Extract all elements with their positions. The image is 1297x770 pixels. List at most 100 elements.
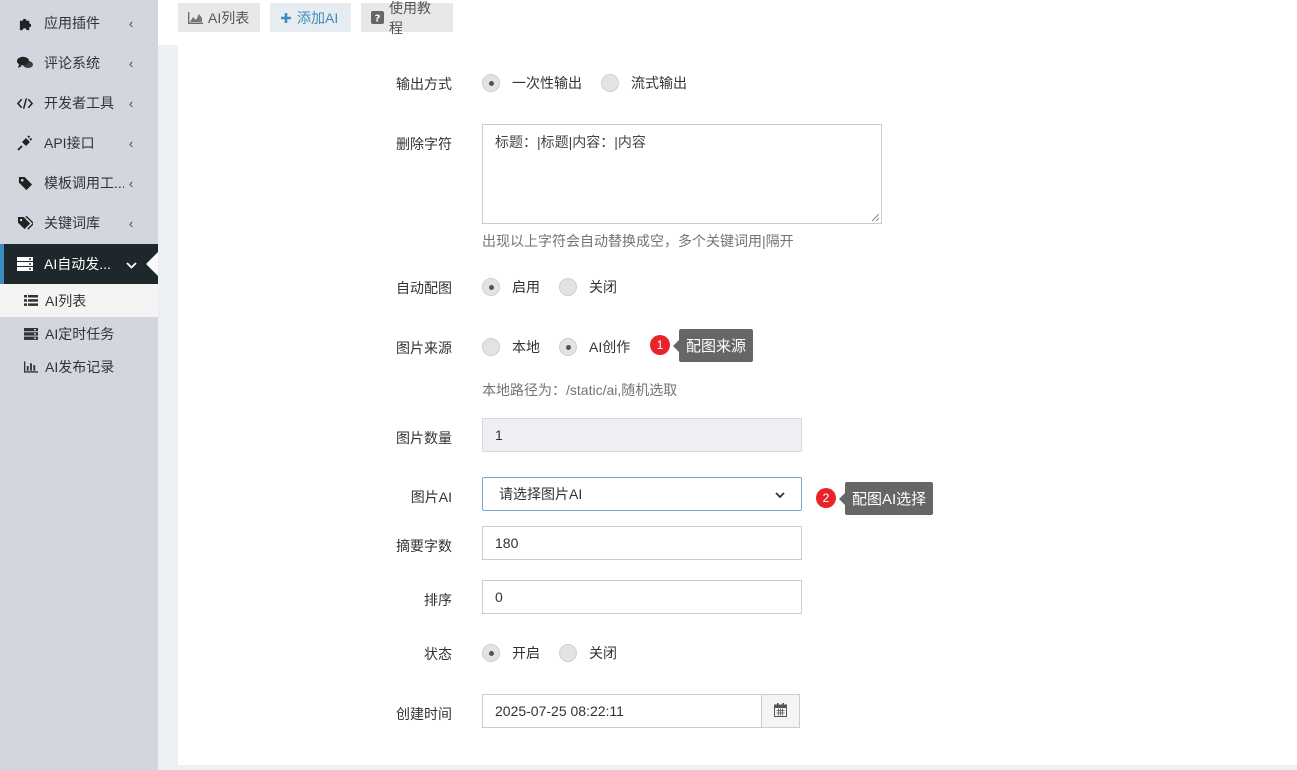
sidebar-item-label: 开发者工具 [44, 95, 114, 111]
summary-chars-label: 摘要字数 [396, 538, 452, 554]
radio-dot [482, 644, 500, 662]
radio-label: 本地 [512, 339, 540, 355]
plug-icon [17, 135, 33, 151]
sort-value: 0 [495, 589, 503, 605]
radio-dot [601, 74, 619, 92]
chevron-left-icon: ‹ [128, 95, 134, 111]
sidebar-item-keywords[interactable]: 关键词库 ‹ [0, 203, 158, 243]
area-chart-icon [188, 11, 203, 24]
tutorial-button[interactable]: ? 使用教程 [361, 0, 453, 36]
annotation-badge-1: 1 [650, 335, 670, 355]
delete-chars-label: 删除字符 [396, 136, 452, 152]
radio-label: 一次性输出 [512, 75, 582, 91]
ai-list-button-label: AI列表 [208, 9, 250, 26]
sidebar-item-label: API接口 [44, 135, 95, 151]
created-at-group: 2025-07-25 08:22:11 [482, 694, 800, 728]
auto-image-label: 自动配图 [396, 280, 452, 296]
tag-icon [17, 175, 33, 191]
tasks-icon [24, 327, 38, 340]
status-on-radio[interactable]: 开启 [482, 643, 540, 663]
sidebar-item-label: 评论系统 [44, 55, 100, 71]
chevron-left-icon: ‹ [128, 15, 134, 31]
submenu-item-ai-list[interactable]: AI列表 [0, 284, 158, 317]
delete-chars-help: 出现以上字符会自动替换成空，多个关键词用|隔开 [482, 233, 794, 249]
ai-list-button[interactable]: AI列表 [178, 3, 260, 32]
sidebar-item-ai-publish[interactable]: AI自动发... [0, 244, 158, 284]
auto-image-disable-radio[interactable]: 关闭 [559, 277, 617, 297]
tags-icon [17, 215, 33, 231]
output-mode-label: 输出方式 [396, 76, 452, 92]
radio-label: 流式输出 [631, 75, 687, 91]
image-source-ai-radio[interactable]: AI创作 [559, 337, 630, 357]
sidebar-item-label: 模板调用工... [44, 175, 124, 191]
annotation-tooltip-1: 配图来源 [672, 329, 754, 362]
radio-label: AI创作 [589, 339, 631, 355]
list-icon [24, 295, 38, 306]
image-count-label: 图片数量 [396, 430, 452, 446]
chevron-left-icon: ‹ [128, 215, 134, 231]
image-source-help: 本地路径为：/static/ai,随机选取 [482, 382, 678, 398]
submenu-item-label: AI发布记录 [45, 358, 115, 375]
output-mode-once-radio[interactable]: 一次性输出 [482, 73, 582, 93]
chevron-down-icon [124, 257, 138, 272]
radio-dot [559, 278, 577, 296]
image-count-input: 1 [482, 418, 802, 452]
radio-dot [482, 338, 500, 356]
annotation-tooltip-2: 配图AI选择 [838, 482, 934, 515]
submenu-item-label: AI定时任务 [45, 325, 115, 342]
status-off-radio[interactable]: 关闭 [559, 643, 617, 663]
output-mode-stream-radio[interactable]: 流式输出 [601, 73, 687, 93]
question-icon: ? [371, 11, 384, 24]
add-ai-button[interactable]: 添加AI [270, 3, 351, 32]
image-ai-select[interactable]: 请选择图片AI [482, 477, 802, 511]
radio-dot [559, 338, 577, 356]
server-icon [17, 256, 33, 272]
delete-chars-textarea[interactable]: 标题：|标题|内容：|内容 [482, 124, 882, 224]
submenu-item-label: AI列表 [45, 292, 87, 309]
chevron-down-icon [775, 486, 785, 502]
toolbar: AI列表 添加AI ? 使用教程 [158, 0, 1297, 45]
sidebar-item-plugins[interactable]: 应用插件 ‹ [0, 3, 158, 43]
bar-chart-icon [24, 360, 38, 373]
annotation-badge-2: 2 [816, 488, 836, 508]
delete-chars-value: 标题：|标题|内容：|内容 [495, 134, 646, 150]
add-ai-button-label: 添加AI [297, 9, 339, 26]
code-icon [17, 95, 33, 111]
image-count-value: 1 [495, 427, 503, 443]
auto-image-enable-radio[interactable]: 启用 [482, 277, 540, 297]
radio-dot [482, 74, 500, 92]
created-at-label: 创建时间 [396, 706, 452, 722]
status-label: 状态 [424, 646, 452, 662]
footer-strip [158, 765, 1297, 770]
sidebar-item-templates[interactable]: 模板调用工... ‹ [0, 163, 158, 203]
sidebar-item-api[interactable]: API接口 ‹ [0, 123, 158, 163]
sidebar-item-devtools[interactable]: 开发者工具 ‹ [0, 83, 158, 123]
resize-grip-icon[interactable] [871, 213, 879, 221]
created-at-value: 2025-07-25 08:22:11 [495, 703, 624, 719]
radio-label: 启用 [512, 279, 540, 295]
radio-label: 开启 [512, 645, 540, 661]
submenu: AI列表 AI定时任务 AI发布记录 [0, 284, 158, 383]
plus-icon [280, 12, 292, 24]
sidebar: 应用插件 ‹ 评论系统 ‹ 开发者工具 ‹ API接口 ‹ 模板调用工... ‹… [0, 0, 158, 770]
image-source-label: 图片来源 [396, 340, 452, 356]
comments-icon [17, 55, 33, 71]
chevron-left-icon: ‹ [128, 175, 134, 191]
image-ai-label: 图片AI [410, 489, 452, 505]
summary-chars-input[interactable]: 180 [482, 526, 802, 560]
radio-label: 关闭 [589, 279, 617, 295]
sort-label: 排序 [424, 592, 452, 608]
sidebar-item-comments[interactable]: 评论系统 ‹ [0, 43, 158, 83]
image-source-local-radio[interactable]: 本地 [482, 337, 540, 357]
image-ai-selected: 请选择图片AI [499, 486, 583, 502]
created-at-input[interactable]: 2025-07-25 08:22:11 [482, 694, 762, 728]
chevron-left-icon: ‹ [128, 55, 134, 71]
active-indicator [146, 252, 158, 276]
calendar-button[interactable] [761, 694, 800, 728]
submenu-item-ai-tasks[interactable]: AI定时任务 [0, 317, 158, 350]
sidebar-item-label: 应用插件 [44, 15, 100, 31]
radio-dot [559, 644, 577, 662]
sort-input[interactable]: 0 [482, 580, 802, 614]
submenu-item-ai-records[interactable]: AI发布记录 [0, 350, 158, 383]
sidebar-item-label: 关键词库 [44, 215, 100, 231]
